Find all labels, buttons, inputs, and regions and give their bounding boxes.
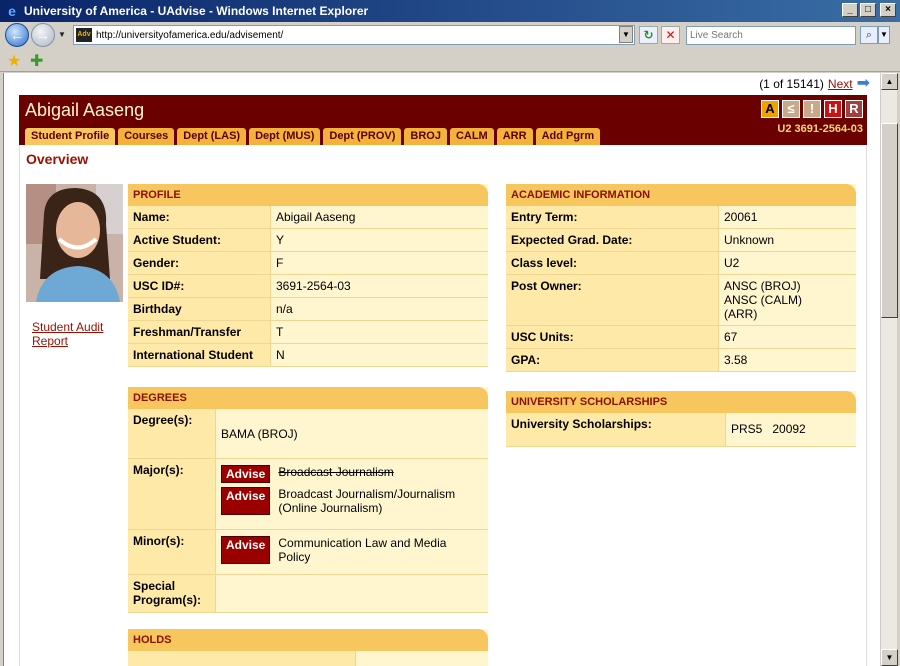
next-link[interactable]: Next <box>828 77 853 91</box>
profile-row: Birthday n/a <box>128 298 488 321</box>
badge-a[interactable]: A <box>761 100 779 118</box>
address-input[interactable] <box>96 29 616 41</box>
search-input[interactable] <box>690 30 850 41</box>
profile-heading: PROFILE <box>128 184 488 206</box>
tab-add-pgrm[interactable]: Add Pgrm <box>535 128 601 145</box>
page-title: Overview <box>26 151 89 167</box>
profile-row: International Student N <box>128 344 488 367</box>
record-pager: (1 of 15141) Next ➡ <box>759 76 870 92</box>
academic-row: Class level: U2 <box>506 252 856 275</box>
refresh-icon[interactable]: ↻ <box>639 26 658 44</box>
window-title: University of America - UAdvise - Window… <box>24 4 369 18</box>
forward-button[interactable]: → <box>31 23 55 47</box>
badge-exclamation[interactable]: ! <box>803 100 821 118</box>
major-name: Broadcast Journalism <box>278 465 394 479</box>
advise-button[interactable]: Advise <box>221 487 271 515</box>
site-favicon: Adv <box>76 28 92 42</box>
tab-arr[interactable]: ARR <box>496 128 533 145</box>
minor-name: Communication Law and Media Policy <box>278 536 447 564</box>
ie-icon: e <box>8 3 16 19</box>
badge-less-equal[interactable]: ≤ <box>782 100 800 118</box>
search-box[interactable] <box>686 26 856 45</box>
minor-row: Minor(s): Advise Communication Law and M… <box>128 530 488 575</box>
navigation-bar: ← → ▼ Adv ▼ ↻ ✕ ⌕ ▼ <box>0 22 900 48</box>
tab-dept-las[interactable]: Dept (LAS) <box>177 128 247 145</box>
window-titlebar: e University of America - UAdvise - Wind… <box>0 0 900 22</box>
close-window-button[interactable]: × <box>880 3 896 17</box>
vertical-scrollbar[interactable]: ▲ ▼ <box>880 73 898 666</box>
tab-student-profile[interactable]: Student Profile <box>25 128 116 145</box>
major-item: Advise Broadcast Journalism <box>221 465 483 483</box>
tab-calm[interactable]: CALM <box>449 128 494 145</box>
major-name: Broadcast Journalism/Journalism (Online … <box>278 487 456 515</box>
maximize-button[interactable]: □ <box>860 3 876 17</box>
badge-r[interactable]: R <box>845 100 863 118</box>
profile-row: Name: Abigail Aaseng <box>128 206 488 229</box>
scholarships-panel: UNIVERSITY SCHOLARSHIPS University Schol… <box>506 391 856 447</box>
student-photo <box>26 184 123 302</box>
next-arrow-icon[interactable]: ➡ <box>857 76 870 92</box>
tab-dept-prov[interactable]: Dept (PROV) <box>323 128 402 145</box>
advise-button[interactable]: Advise <box>221 465 271 483</box>
major-row: Major(s): Advise Broadcast Journalism Ad… <box>128 459 488 530</box>
degrees-heading: DEGREES <box>128 387 488 409</box>
major-item: Advise Broadcast Journalism/Journalism (… <box>221 487 483 515</box>
scroll-thumb[interactable] <box>881 123 898 318</box>
minimize-button[interactable]: _ <box>842 3 858 17</box>
scroll-up-icon[interactable]: ▲ <box>881 73 898 90</box>
tab-dept-mus[interactable]: Dept (MUS) <box>249 128 321 145</box>
holds-row <box>128 651 488 666</box>
advise-button[interactable]: Advise <box>221 536 271 564</box>
history-dropdown-icon[interactable]: ▼ <box>58 30 66 39</box>
student-id-line: U2 3691-2564-03 <box>777 123 863 135</box>
add-favorite-icon[interactable]: ✚ <box>30 51 43 71</box>
tab-bar: Student Profile Courses Dept (LAS) Dept … <box>25 128 601 145</box>
scholarships-heading: UNIVERSITY SCHOLARSHIPS <box>506 391 856 413</box>
page-viewport: (1 of 15141) Next ➡ Abigail Aaseng A ≤ !… <box>3 73 880 666</box>
academic-row: GPA: 3.58 <box>506 349 856 372</box>
record-count: (1 of 15141) <box>759 77 824 91</box>
profile-row: Gender: F <box>128 252 488 275</box>
academic-row: Entry Term: 20061 <box>506 206 856 229</box>
search-dropdown-icon[interactable]: ▼ <box>878 26 890 44</box>
degrees-panel: DEGREES Degree(s): BAMA (BROJ) Major(s):… <box>128 387 488 613</box>
profile-row: Active Student: Y <box>128 229 488 252</box>
status-badges: A ≤ ! H R <box>761 100 863 118</box>
student-audit-report-link[interactable]: Student Audit Report <box>32 320 122 348</box>
academic-panel: ACADEMIC INFORMATION Entry Term: 20061 Ex… <box>506 184 856 372</box>
holds-panel: HOLDS <box>128 629 488 666</box>
favorites-bar: ★ ✚ <box>0 48 900 72</box>
tab-broj[interactable]: BROJ <box>404 128 447 145</box>
profile-row: Freshman/Transfer T <box>128 321 488 344</box>
academic-row: Post Owner: ANSC (BROJ) ANSC (CALM) (ARR… <box>506 275 856 326</box>
special-row: Special Program(s): <box>128 575 488 613</box>
scholarship-row: University Scholarships: PRS5 20092 <box>506 413 856 447</box>
scroll-down-icon[interactable]: ▼ <box>881 649 898 666</box>
student-name: Abigail Aaseng <box>25 100 145 120</box>
tab-courses[interactable]: Courses <box>118 128 175 145</box>
academic-heading: ACADEMIC INFORMATION <box>506 184 856 206</box>
academic-row: Expected Grad. Date: Unknown <box>506 229 856 252</box>
search-icon[interactable]: ⌕ <box>860 26 878 44</box>
favorites-star-icon[interactable]: ★ <box>7 51 21 71</box>
minor-item: Advise Communication Law and Media Polic… <box>221 536 483 564</box>
back-button[interactable]: ← <box>5 23 29 47</box>
address-dropdown-icon[interactable]: ▼ <box>619 26 633 43</box>
stop-icon[interactable]: ✕ <box>661 26 680 44</box>
academic-row: USC Units: 67 <box>506 326 856 349</box>
holds-heading: HOLDS <box>128 629 488 651</box>
address-bar[interactable]: Adv <box>73 25 635 45</box>
profile-panel: PROFILE Name: Abigail Aaseng Active Stude… <box>128 184 488 367</box>
profile-row: USC ID#: 3691-2564-03 <box>128 275 488 298</box>
degree-row: Degree(s): BAMA (BROJ) <box>128 409 488 459</box>
badge-h[interactable]: H <box>824 100 842 118</box>
student-banner: Abigail Aaseng A ≤ ! H R U2 3691-2564-03… <box>19 95 867 145</box>
